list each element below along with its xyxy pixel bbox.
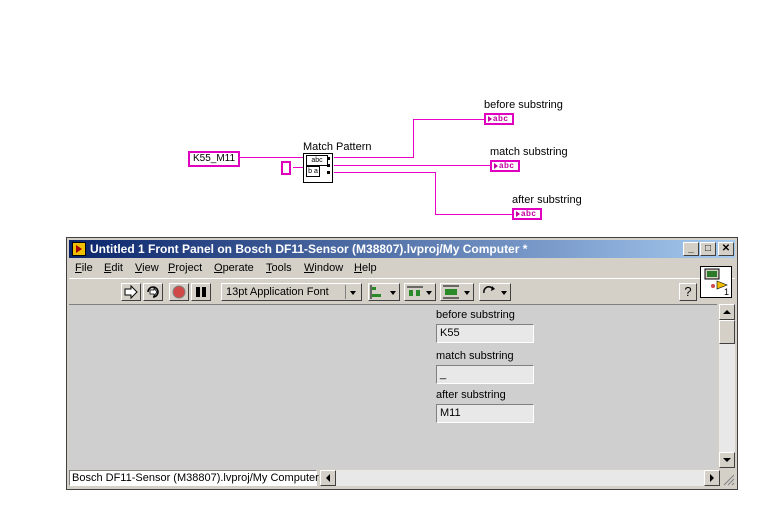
context-help-button[interactable]: ? <box>679 283 697 301</box>
align-objects-button[interactable] <box>368 283 400 301</box>
menu-view[interactable]: View <box>135 262 159 274</box>
menu-edit[interactable]: Edit <box>104 262 123 274</box>
window-title: Untitled 1 Front Panel on Bosch DF11-Sen… <box>90 242 528 256</box>
string-type-glyph: abc <box>499 161 515 170</box>
abort-icon <box>172 285 186 299</box>
string-type-glyph: abc <box>493 114 509 123</box>
maximize-button[interactable]: □ <box>700 242 716 256</box>
arrow-right-icon <box>710 474 714 482</box>
regexp-constant[interactable] <box>281 161 291 175</box>
wire-after-b <box>435 172 436 214</box>
string-constant[interactable]: K55_M11 <box>188 151 241 167</box>
wire-before-c <box>413 119 484 120</box>
run-arrow-icon <box>124 284 138 300</box>
reorder-button[interactable] <box>479 283 511 301</box>
help-icon: ? <box>684 284 692 299</box>
wire-before-b <box>413 119 414 158</box>
run-continuously-icon <box>147 286 159 298</box>
menu-project[interactable]: Project <box>168 262 202 274</box>
menu-help[interactable]: Help <box>354 262 377 274</box>
horizontal-scrollbar[interactable] <box>320 470 720 486</box>
resize-grip[interactable] <box>719 470 735 486</box>
menu-operate[interactable]: Operate <box>214 262 254 274</box>
match-substring-terminal[interactable]: abc <box>490 160 520 172</box>
after-substring-indicator[interactable]: M11 <box>436 404 534 423</box>
distribute-objects-button[interactable] <box>404 283 436 301</box>
front-panel-canvas[interactable]: before substring K55 match substring _ a… <box>69 304 717 469</box>
abort-button[interactable] <box>169 283 189 301</box>
menu-tools[interactable]: Tools <box>266 262 292 274</box>
node-glyph-top: abc <box>306 155 328 166</box>
match-pattern-node[interactable]: abc b a <box>303 153 333 183</box>
vertical-scrollbar[interactable] <box>719 304 735 468</box>
match-pattern-label: Match Pattern <box>303 141 372 153</box>
node-glyph-mid: b a <box>306 166 320 177</box>
scroll-right-button[interactable] <box>704 470 720 486</box>
before-substring-indicator[interactable]: K55 <box>436 324 534 343</box>
labview-app-icon[interactable] <box>72 242 86 256</box>
arrow-up-icon <box>723 310 731 314</box>
align-icon <box>370 285 381 299</box>
after-substring-label: after substring <box>436 389 506 401</box>
scroll-up-button[interactable] <box>719 304 735 320</box>
wire-input-string <box>240 157 303 158</box>
resize-icon <box>443 285 459 299</box>
chevron-down-icon <box>345 285 360 299</box>
title-bar[interactable]: Untitled 1 Front Panel on Bosch DF11-Sen… <box>69 240 735 258</box>
before-substring-terminal[interactable]: abc <box>484 113 514 125</box>
vi-connector-pane[interactable]: 1 <box>700 266 732 298</box>
menu-bar: File Edit View Project Operate Tools Win… <box>69 259 735 277</box>
resize-objects-button[interactable] <box>440 283 474 301</box>
font-selector[interactable]: 13pt Application Font <box>221 283 362 301</box>
menu-window[interactable]: Window <box>304 262 343 274</box>
toolbar: 13pt Application Font ? <box>69 278 735 305</box>
menu-file[interactable]: File <box>75 262 93 274</box>
pause-icon <box>196 287 206 297</box>
after-substring-label: after substring <box>512 194 582 206</box>
scroll-down-button[interactable] <box>719 452 735 468</box>
wire-match <box>334 165 490 166</box>
resize-grip-icon <box>723 474 735 486</box>
arrow-down-icon <box>723 458 731 462</box>
close-button[interactable]: ✕ <box>718 242 734 256</box>
wire-after-c <box>435 214 512 215</box>
project-path[interactable]: Bosch DF11-Sensor (M38807).lvproj/My Com… <box>69 470 319 486</box>
minimize-button[interactable]: _ <box>683 242 699 256</box>
arrow-left-icon <box>326 474 330 482</box>
match-substring-label: match substring <box>490 146 568 158</box>
scroll-thumb[interactable] <box>719 320 735 344</box>
match-substring-label: match substring <box>436 350 514 362</box>
distribute-icon <box>407 286 423 296</box>
before-substring-label: before substring <box>484 99 563 111</box>
before-substring-label: before substring <box>436 309 515 321</box>
connector-number: 1 <box>723 287 729 297</box>
string-type-glyph: abc <box>521 209 537 218</box>
wire-regexp <box>293 167 303 168</box>
pause-button[interactable] <box>191 283 211 301</box>
run-continuously-button[interactable] <box>143 283 163 301</box>
front-panel-window: Untitled 1 Front Panel on Bosch DF11-Sen… <box>66 237 738 490</box>
after-substring-terminal[interactable]: abc <box>512 208 542 220</box>
scroll-left-button[interactable] <box>320 470 336 486</box>
status-bar: Bosch DF11-Sensor (M38807).lvproj/My Com… <box>69 469 735 487</box>
match-substring-indicator[interactable]: _ <box>436 365 534 384</box>
wire-after-a <box>334 172 436 173</box>
run-button[interactable] <box>121 283 141 301</box>
wire-before-a <box>334 157 414 158</box>
reorder-icon <box>483 286 495 294</box>
font-selector-value: 13pt Application Font <box>226 286 329 298</box>
